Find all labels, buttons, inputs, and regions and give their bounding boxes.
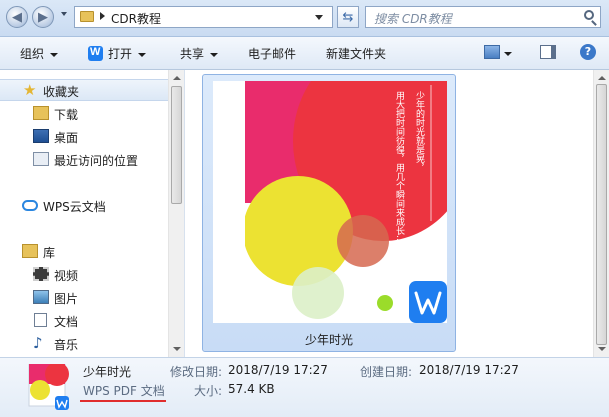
sidebar-item-pictures[interactable]: 图片 — [0, 286, 168, 308]
chevron-down-icon — [50, 52, 59, 57]
sidebar-item-label: 文档 — [54, 315, 79, 329]
preview-pane-icon[interactable] — [540, 45, 556, 59]
navigation-pane: ★ 收藏夹 下载 桌面 最近访问的位置 WPS云文档 库 视频 图片 文档 ♪ … — [0, 70, 185, 357]
address-bar: ◀ ▶ CDR教程 ⇆ 搜索 CDR教程 — [0, 0, 609, 37]
wps-icon — [88, 46, 103, 61]
thumbnail-text-line: 用大把时间彷徨，用几个瞬间来成长… — [394, 91, 405, 244]
chevron-down-icon — [138, 52, 147, 57]
recent-places-icon — [33, 152, 49, 166]
details-file-name: 少年时光 — [83, 365, 132, 379]
scroll-down-icon[interactable] — [173, 347, 181, 351]
arrow-left-icon: ◀ — [12, 9, 22, 25]
size-value: 57.4 KB — [228, 382, 275, 396]
back-button[interactable]: ◀ — [6, 6, 28, 28]
scroll-up-icon[interactable] — [173, 76, 181, 80]
folder-icon — [80, 11, 94, 22]
breadcrumb-item[interactable]: CDR教程 — [111, 10, 161, 27]
thumbnail-text-line: 少年的时光就是晃， — [414, 91, 425, 172]
thumbnail-artwork: 少年的时光就是晃， 用大把时间彷徨，用几个瞬间来成长… — [245, 81, 447, 323]
organize-label: 组织 — [20, 47, 45, 61]
sidebar-item-downloads[interactable]: 下载 — [0, 102, 168, 124]
email-label: 电子邮件 — [248, 47, 297, 61]
annotation-underline — [80, 400, 166, 402]
modified-value: 2018/7/19 17:27 — [228, 363, 328, 377]
sidebar-item-recent[interactable]: 最近访问的位置 — [0, 148, 168, 170]
sidebar-item-label: 库 — [43, 246, 56, 260]
scrollbar-thumb[interactable] — [596, 84, 607, 345]
cloud-icon — [22, 200, 38, 211]
chevron-right-icon[interactable] — [100, 12, 105, 20]
sidebar-item-label: 最近访问的位置 — [54, 154, 139, 168]
content-scrollbar[interactable] — [593, 70, 609, 357]
file-thumbnail: 少年的时光就是晃， 用大把时间彷徨，用几个瞬间来成长… — [213, 81, 447, 323]
sidebar-item-favorites[interactable]: ★ 收藏夹 — [0, 79, 168, 101]
nav-scrollbar[interactable] — [168, 70, 184, 357]
chevron-down-icon[interactable] — [504, 52, 512, 56]
music-icon: ♪ — [33, 334, 43, 352]
downloads-folder-icon — [33, 106, 49, 120]
chevron-down-icon — [210, 52, 219, 57]
address-history-dropdown[interactable] — [315, 15, 323, 20]
search-input[interactable]: 搜索 CDR教程 — [365, 6, 601, 28]
documents-icon — [34, 313, 47, 327]
share-button[interactable]: 共享 — [180, 45, 219, 62]
share-label: 共享 — [180, 47, 205, 61]
sidebar-item-wps-cloud[interactable]: WPS云文档 — [0, 194, 168, 216]
created-value: 2018/7/19 17:27 — [419, 363, 519, 377]
modified-label: 修改日期: — [170, 365, 223, 379]
email-button[interactable]: 电子邮件 — [248, 45, 296, 62]
new-folder-label: 新建文件夹 — [326, 47, 387, 61]
pictures-icon — [33, 290, 49, 304]
size-label: 大小: — [194, 384, 223, 398]
open-button[interactable]: 打开 — [88, 45, 147, 62]
file-name[interactable]: 少年时光 — [203, 331, 455, 348]
organize-button[interactable]: 组织 — [20, 45, 59, 62]
view-options-icon[interactable] — [484, 45, 500, 59]
sidebar-item-documents[interactable]: 文档 — [0, 309, 168, 331]
star-icon: ★ — [23, 81, 37, 99]
scroll-down-icon[interactable] — [598, 347, 606, 351]
details-file-type: WPS PDF 文档 — [83, 384, 165, 398]
sidebar-item-label: 视频 — [54, 269, 79, 283]
search-placeholder: 搜索 CDR教程 — [374, 12, 452, 26]
search-icon[interactable] — [584, 10, 594, 20]
sidebar-item-label: 下载 — [54, 108, 79, 122]
file-item[interactable]: 少年的时光就是晃， 用大把时间彷徨，用几个瞬间来成长… 少年时光 — [202, 74, 456, 352]
sidebar-item-videos[interactable]: 视频 — [0, 263, 168, 285]
sidebar-item-label: 图片 — [54, 292, 79, 306]
file-list: 少年的时光就是晃， 用大把时间彷徨，用几个瞬间来成长… 少年时光 — [185, 70, 593, 357]
help-icon[interactable]: ? — [580, 44, 596, 60]
scroll-up-icon[interactable] — [598, 76, 606, 80]
new-folder-button[interactable]: 新建文件夹 — [326, 45, 386, 62]
recent-pages-dropdown[interactable] — [61, 12, 67, 16]
video-icon — [33, 267, 49, 281]
details-pane: 少年时光 WPS PDF 文档 修改日期: 2018/7/19 17:27 创建… — [0, 357, 609, 417]
arrow-right-icon: ▶ — [38, 9, 48, 25]
breadcrumb[interactable]: CDR教程 — [74, 6, 333, 28]
refresh-icon: ⇆ — [342, 9, 354, 25]
sidebar-item-desktop[interactable]: 桌面 — [0, 125, 168, 147]
scrollbar-thumb[interactable] — [171, 86, 182, 204]
sidebar-item-label: 音乐 — [54, 338, 79, 352]
sidebar-item-label: 收藏夹 — [43, 85, 80, 99]
library-icon — [22, 244, 38, 258]
sidebar-item-label: WPS云文档 — [43, 200, 106, 214]
refresh-button[interactable]: ⇆ — [337, 6, 359, 28]
command-bar: 组织 打开 共享 电子邮件 新建文件夹 ? — [0, 37, 609, 70]
details-thumbnail — [27, 362, 69, 410]
sidebar-item-label: 桌面 — [54, 131, 79, 145]
sidebar-item-library[interactable]: 库 — [0, 240, 168, 262]
forward-button[interactable]: ▶ — [32, 6, 54, 28]
sidebar-item-music[interactable]: ♪ 音乐 — [0, 332, 168, 354]
open-label: 打开 — [108, 47, 133, 61]
desktop-icon — [33, 129, 49, 143]
created-label: 创建日期: — [360, 365, 413, 379]
